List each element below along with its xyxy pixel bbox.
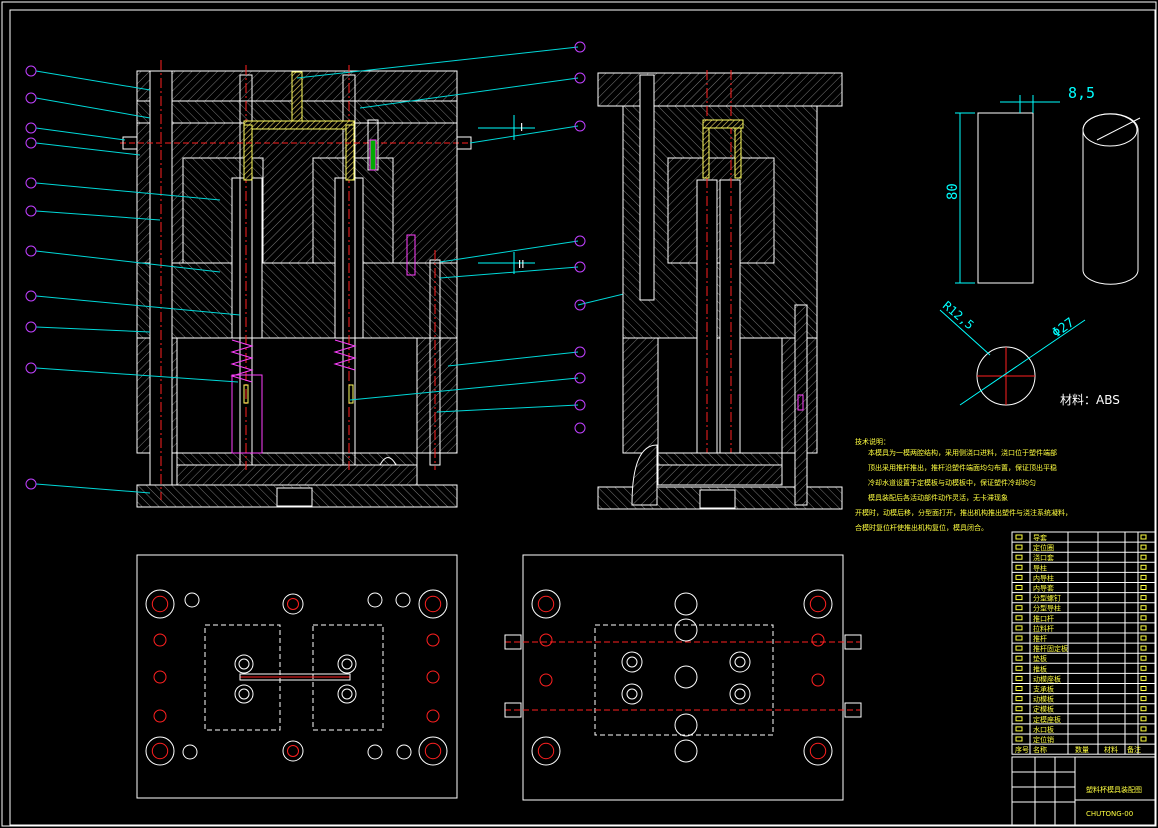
bom-row-name: 推板 (1033, 664, 1047, 673)
section-mark-1: I (520, 121, 523, 134)
bom-header-cell: 材料 (1104, 745, 1118, 754)
bom-row-name: 推杆固定板 (1033, 644, 1068, 653)
note-line: 顶出采用推杆推出，推杆沿塑件端面均匀布置，保证顶出平稳 (868, 463, 1057, 472)
bom-table: 导套定位圈浇口套导柱内导柱内导套分型螺钉分型导柱推口杆拉料杆推杆推杆固定板垫板推… (1011, 531, 1156, 755)
bom-row-name: 定位圈 (1033, 543, 1054, 552)
cad-drawing: I II 8,5 80 R12,5 Φ27 材料：ABS 技术说明： 本模具为一… (1, 1, 1157, 827)
plan-holes-right (531, 589, 833, 766)
bom-row-name: 分型导柱 (1033, 604, 1061, 613)
bom-row-name: 动模座板 (1033, 674, 1061, 683)
note-line: 开模时，动模后移，分型面打开，推出机构推出塑件与浇注系统凝料， (855, 508, 1072, 517)
bom-row-name: 水口板 (1033, 725, 1054, 734)
title-name: 塑料杯模具装配图 (1086, 785, 1142, 794)
bom-row-name: 动模板 (1033, 695, 1054, 704)
part-sketch (939, 95, 1141, 406)
material-label: 材料：ABS (1060, 393, 1120, 407)
note-line: 冷却水道设置于定模板与动模板中，保证塑件冷却均匀 (868, 478, 1036, 487)
bom-row-name: 分型螺钉 (1033, 594, 1061, 603)
bom-row-name: 导套 (1033, 533, 1047, 542)
drawing-number: CHUTONG-00 (1086, 810, 1133, 818)
bom-row-name: 内导柱 (1033, 573, 1054, 582)
bom-row-name: 拉料杆 (1033, 624, 1054, 633)
bom-row-name: 推杆 (1033, 634, 1047, 643)
bom-row-name: 导柱 (1033, 563, 1047, 572)
bom-header-cell: 名称 (1033, 745, 1047, 754)
bom-row-name: 定模板 (1033, 705, 1054, 714)
bom-row-name: 推口杆 (1033, 614, 1054, 623)
dim-width: 8,5 (1068, 84, 1095, 102)
note-line: 模具装配后各活动部件动作灵活，无卡滞现象 (868, 493, 1008, 502)
section-mark-2: II (518, 258, 525, 271)
section-marks (478, 115, 535, 274)
plan-view-moving-half (504, 554, 862, 801)
bom-row-name: 定位销 (1033, 735, 1054, 744)
plan-view-fixed-half (136, 554, 458, 799)
bom-row-name: 垫板 (1033, 654, 1047, 663)
notes-lines: 本模具为一模两腔结构，采用侧浇口进料，浇口位于塑件端部顶出采用推杆推出，推杆沿塑… (855, 448, 1072, 532)
bom-header-cell: 数量 (1075, 745, 1089, 754)
notes-heading: 技术说明： (855, 437, 890, 446)
dim-diameter: Φ27 (1050, 315, 1078, 341)
note-line: 合模时复位杆使推出机构复位，模具闭合。 (855, 523, 988, 532)
note-line: 本模具为一模两腔结构，采用侧浇口进料，浇口位于塑件端部 (868, 448, 1057, 457)
bom-row-name: 支承板 (1033, 685, 1054, 694)
side-section-view (597, 70, 843, 510)
bom-header-cell: 序号 (1015, 745, 1029, 754)
bom-row-name: 定模座板 (1033, 715, 1061, 724)
bom-row-name: 内导套 (1033, 584, 1054, 593)
bom-header-cell: 备注 (1127, 745, 1141, 754)
dim-height: 80 (945, 183, 961, 200)
front-section-view (120, 60, 472, 508)
bom-row-name: 浇口套 (1033, 553, 1054, 562)
